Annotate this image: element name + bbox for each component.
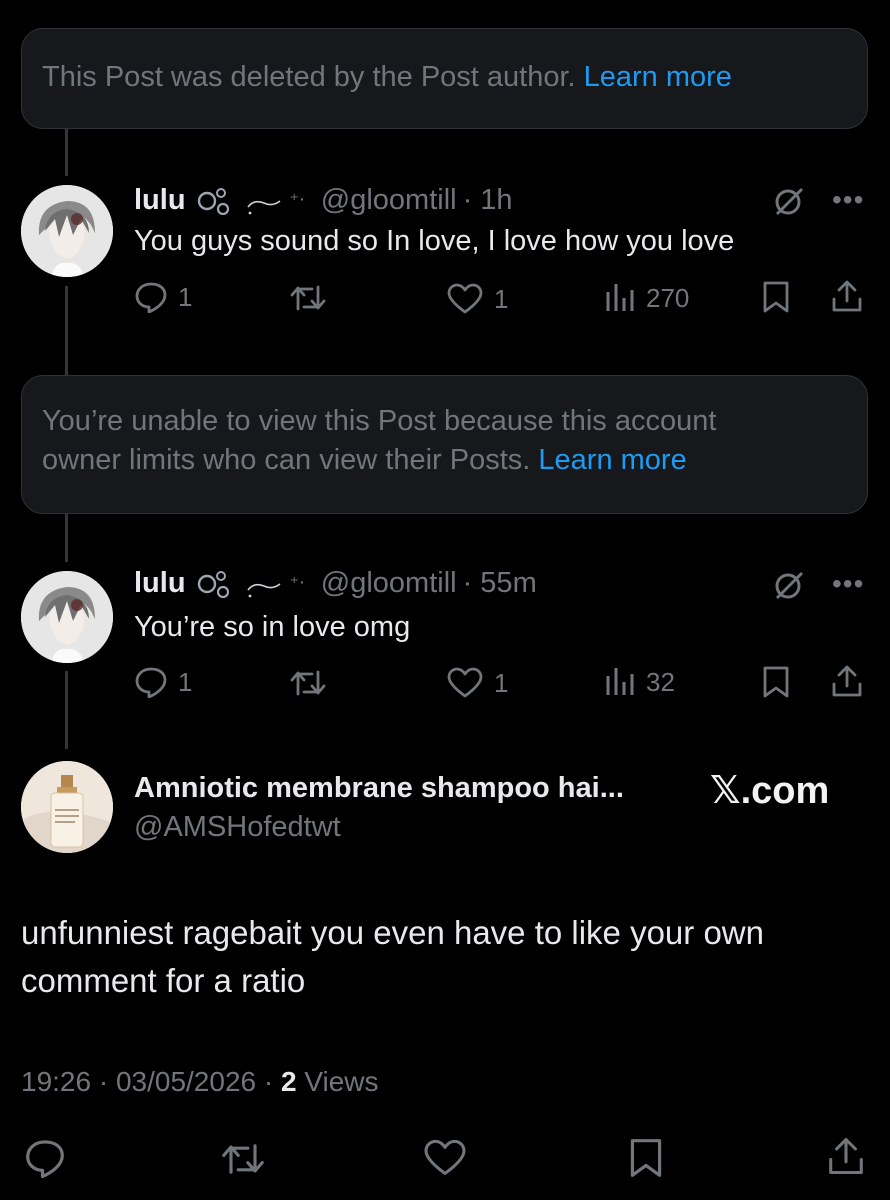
share-icon[interactable] xyxy=(830,279,864,318)
x-com-watermark: 𝕏.com xyxy=(710,770,830,812)
bubbles-icon xyxy=(197,188,229,215)
like-icon xyxy=(447,283,483,314)
view-count: 32 xyxy=(646,666,675,697)
like-icon xyxy=(447,667,483,698)
retweet-button[interactable] xyxy=(289,283,327,313)
retweet-icon xyxy=(290,285,326,311)
thread-line xyxy=(65,514,68,562)
post-time[interactable]: · 55m xyxy=(463,567,537,600)
decor-text: ⁺‧ xyxy=(289,189,305,210)
retweet-button[interactable] xyxy=(289,668,327,698)
squiggle-icon xyxy=(246,200,281,215)
author-handle[interactable]: @gloomtill xyxy=(321,567,457,600)
retweet-icon xyxy=(290,670,326,696)
main-post-text-line2: comment for a ratio xyxy=(21,962,306,999)
avatar[interactable] xyxy=(21,185,113,277)
reply-icon[interactable] xyxy=(24,1138,66,1183)
author-name[interactable]: lulu xyxy=(134,184,186,217)
reply-text: You’re so in love omg xyxy=(134,611,411,643)
more-icon[interactable]: ••• xyxy=(832,568,864,600)
restricted-notice-line1: You’re unable to view this Post because … xyxy=(42,405,717,437)
avatar-image xyxy=(21,571,113,663)
bookmark-icon[interactable] xyxy=(627,1137,665,1184)
reply-header: lulu ⁺‧ @gloomtill · 55m xyxy=(134,565,537,601)
deleted-post-notice: This Post was deleted by the Post author… xyxy=(21,28,868,129)
views-button[interactable]: 32 xyxy=(604,666,675,698)
like-count: 1 xyxy=(494,283,509,314)
grok-icon[interactable] xyxy=(772,186,806,221)
decor-text: ⁺‧ xyxy=(289,572,305,593)
reply-button[interactable]: 1 xyxy=(134,666,192,698)
reply-text: You guys sound so In love, I love how yo… xyxy=(134,225,735,257)
share-icon[interactable] xyxy=(830,664,864,703)
reply-icon xyxy=(135,282,167,313)
views-icon xyxy=(606,668,634,695)
restricted-notice-line2-wrap: owner limits who can view their Posts. L… xyxy=(42,441,847,480)
view-count: 270 xyxy=(646,282,690,313)
more-icon[interactable]: ••• xyxy=(832,184,864,216)
main-post-views-count: 2 xyxy=(280,1066,297,1097)
thread-line xyxy=(65,129,68,176)
author-handle[interactable]: @gloomtill xyxy=(321,184,457,217)
learn-more-link[interactable]: Learn more xyxy=(584,61,732,93)
main-post-views-label: Views xyxy=(296,1066,379,1097)
share-icon[interactable] xyxy=(826,1135,866,1182)
main-post-meta: 19:26 · 03/05/2026 · 2 Views xyxy=(21,1066,379,1098)
like-count: 1 xyxy=(494,667,509,698)
main-post-text-line1: unfunniest ragebait you even have to lik… xyxy=(21,914,764,951)
bubbles-icon xyxy=(197,571,229,598)
avatar[interactable] xyxy=(21,571,113,663)
avatar-image xyxy=(21,185,113,277)
thread-line xyxy=(65,671,68,749)
post-time[interactable]: · 1h xyxy=(463,184,513,217)
grok-icon[interactable] xyxy=(772,570,806,605)
thread-line xyxy=(65,286,68,376)
like-button[interactable]: 1 xyxy=(446,283,508,315)
reply-count: 1 xyxy=(178,281,193,312)
reply-count: 1 xyxy=(178,666,193,697)
main-post-author-handle[interactable]: @AMSHofedtwt xyxy=(134,811,341,844)
restricted-post-notice: You’re unable to view this Post because … xyxy=(21,375,868,514)
retweet-icon[interactable] xyxy=(220,1141,266,1182)
reply-icon xyxy=(135,667,167,698)
author-name[interactable]: lulu xyxy=(134,567,186,600)
bookmark-icon[interactable] xyxy=(761,665,791,704)
restricted-notice-line2: owner limits who can view their Posts. xyxy=(42,444,539,476)
squiggle-icon xyxy=(246,583,281,598)
views-button[interactable]: 270 xyxy=(604,282,689,314)
main-post-author-name[interactable]: Amniotic membrane shampoo hai... xyxy=(134,772,624,805)
views-icon xyxy=(606,284,634,311)
main-post-timestamp[interactable]: 19:26 · 03/05/2026 · xyxy=(21,1066,281,1097)
deleted-notice-text: This Post was deleted by the Post author… xyxy=(42,61,584,93)
learn-more-link[interactable]: Learn more xyxy=(538,444,686,476)
main-post-avatar[interactable] xyxy=(21,761,113,853)
reply-header: lulu ⁺‧ @gloomtill · 1h xyxy=(134,182,513,218)
like-button[interactable]: 1 xyxy=(446,667,508,699)
like-icon[interactable] xyxy=(422,1139,468,1182)
reply-button[interactable]: 1 xyxy=(134,281,192,313)
shampoo-bottle-image xyxy=(21,761,113,853)
bookmark-icon[interactable] xyxy=(761,280,791,319)
